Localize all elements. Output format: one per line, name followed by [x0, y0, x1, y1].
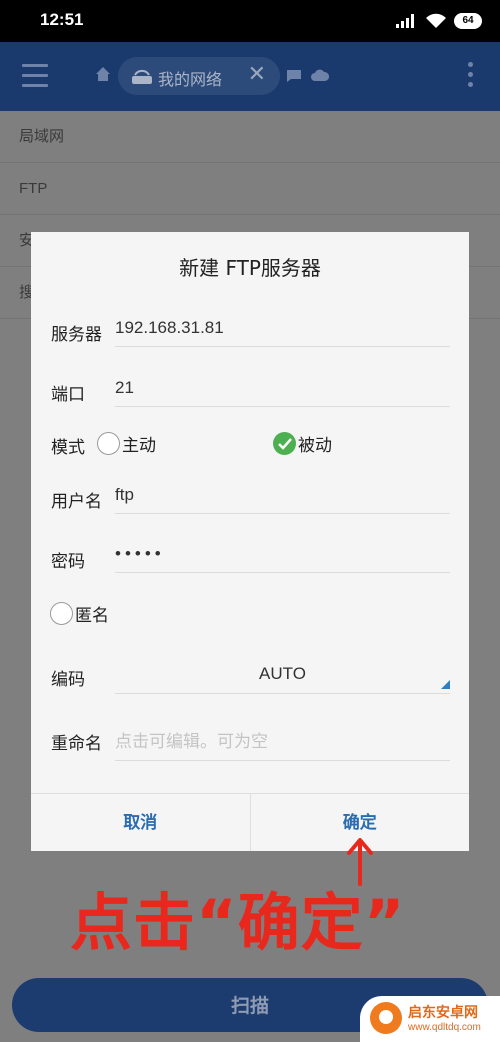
port-input[interactable]: 21 — [115, 378, 450, 407]
encoding-label: 编码 — [51, 670, 85, 690]
anonymous-label: 匿名 — [75, 606, 109, 626]
menu-icon[interactable] — [22, 64, 48, 88]
server-input[interactable]: 192.168.31.81 — [115, 318, 450, 347]
network-icon — [132, 69, 152, 84]
new-ftp-server-dialog: 新建 FTP服务器 服务器 192.168.31.81 端口 21 模式 主动 … — [31, 232, 469, 851]
radio-unchecked-icon — [97, 432, 120, 455]
annotation-text: 点击“确定” — [70, 886, 406, 959]
app-bar: 我的网络 ✕ — [0, 42, 500, 111]
tab-label: 我的网络 — [158, 70, 223, 89]
cloud-icon[interactable] — [311, 68, 329, 82]
watermark-name: 启东安卓网 — [408, 1005, 478, 1021]
mode-active-label: 主动 — [122, 436, 156, 456]
dialog-buttons: 取消 确定 — [31, 793, 469, 851]
status-icons: 64 — [396, 11, 482, 31]
close-tab-icon[interactable]: ✕ — [248, 62, 266, 87]
port-label: 端口 — [51, 385, 85, 405]
status-bar: 12:51 64 — [0, 0, 500, 42]
mode-passive-label: 被动 — [298, 436, 332, 456]
mode-passive-radio[interactable]: 被动 — [273, 431, 332, 456]
password-label: 密码 — [51, 552, 85, 572]
watermark-url: www.qdltdq.com — [408, 1022, 481, 1033]
battery-icon: 64 — [454, 13, 482, 29]
cancel-button[interactable]: 取消 — [31, 794, 250, 851]
radio-unchecked-icon — [50, 602, 73, 625]
password-input[interactable]: ••••• — [115, 544, 450, 573]
rename-input[interactable]: 点击可编辑。可为空 — [115, 727, 450, 761]
mode-label: 模式 — [51, 438, 85, 458]
wifi-icon — [426, 13, 446, 28]
list-item[interactable]: FTP — [0, 163, 500, 215]
watermark: 启东安卓网 www.qdltdq.com — [360, 996, 500, 1042]
username-input[interactable]: ftp — [115, 485, 450, 514]
watermark-logo-icon — [370, 1002, 402, 1034]
anonymous-checkbox[interactable]: 匿名 — [50, 601, 109, 626]
encoding-value: AUTO — [259, 664, 306, 683]
status-time: 12:51 — [40, 10, 84, 29]
mode-active-radio[interactable]: 主动 — [97, 431, 156, 456]
dropdown-arrow-icon — [441, 680, 450, 689]
username-label: 用户名 — [51, 492, 102, 512]
encoding-select[interactable]: AUTO — [115, 664, 450, 694]
tab-my-network[interactable]: 我的网络 ✕ — [118, 57, 280, 95]
check-icon — [273, 432, 296, 455]
home-icon[interactable] — [95, 66, 111, 82]
more-options-icon[interactable] — [468, 62, 474, 92]
rename-label: 重命名 — [51, 734, 102, 754]
dialog-title: 新建 FTP服务器 — [179, 256, 321, 280]
chat-icon[interactable] — [286, 69, 302, 83]
signal-icon — [396, 14, 414, 28]
list-item[interactable]: 局域网 — [0, 111, 500, 163]
server-label: 服务器 — [51, 325, 102, 345]
